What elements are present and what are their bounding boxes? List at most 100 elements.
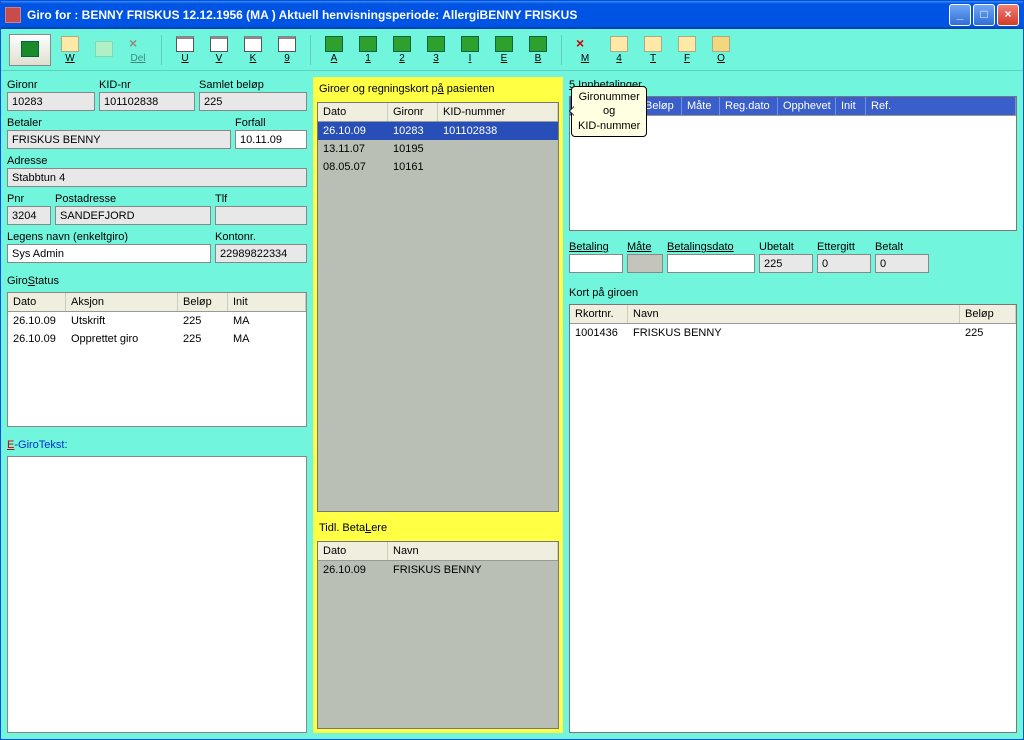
gs-col-aksjon: Aksjon [66,293,178,311]
egiro-label: E-GiroTekst: [7,437,307,452]
adresse-input[interactable] [7,168,307,187]
red-x-icon: × [129,36,147,52]
toolbar-btn-del: ×Del [123,32,153,68]
pnr-input[interactable] [7,206,51,225]
green-icon [427,36,445,52]
toolbar-btn-2[interactable]: 2 [387,32,417,68]
table-row[interactable]: 26.10.09FRISKUS BENNY [318,561,558,579]
toolbar-btn-v[interactable]: V [204,32,234,68]
table-row[interactable]: 26.10.09Opprettet giro225MA [8,330,306,348]
betaler-input[interactable] [7,130,231,149]
toolbar-btn-w[interactable]: W [55,32,85,68]
toolbar-label: F [684,53,690,64]
toolbar-btn-f[interactable]: F [672,32,702,68]
app-icon [5,7,21,23]
toolbar-btn-i[interactable]: I [455,32,485,68]
tidl-list[interactable]: Dato Navn 26.10.09FRISKUS BENNY [317,541,559,729]
gironr-input[interactable] [7,92,95,111]
toolbar-label: 1 [365,53,371,64]
betalt-label: Betalt [875,239,929,254]
green-icon [495,36,513,52]
samlet-label: Samlet beløp [199,77,307,92]
forfall-label: Forfall [235,115,307,130]
toolbar-label: 4 [616,53,622,64]
kort-col-rkort: Rkortnr. [570,305,628,323]
exit-button[interactable] [9,34,51,66]
toolbar-btn-o[interactable]: O [706,32,736,68]
toolbar-btn-3[interactable]: 3 [421,32,451,68]
giroer-col-dato: Dato [318,103,388,121]
toolbar-label: 9 [284,53,290,64]
right-panel: 5 Innbetalinger nit Beløp Måte Reg.dato … [569,77,1017,733]
kontonr-input[interactable] [215,244,307,263]
ubetalt-input[interactable] [759,254,813,273]
ettergitt-label: Ettergitt [817,239,871,254]
pnr-label: Pnr [7,191,51,206]
toolbar-label: A [331,53,338,64]
tidl-col-dato: Dato [318,542,388,560]
toolbar-btn-k[interactable]: K [238,32,268,68]
legen-input[interactable] [7,244,211,263]
table-row[interactable]: 26.10.09Utskrift225MA [8,312,306,330]
giroer-list[interactable]: Dato Gironr KID-nummer 26.10.09102831011… [317,102,559,512]
maximize-button[interactable]: □ [973,4,995,26]
mate-input[interactable] [627,254,663,273]
toolbar-label: K [250,53,257,64]
print-icon [278,36,296,52]
toolbar-btn-x [89,32,119,68]
table-row[interactable]: 08.05.0710161 [318,158,558,176]
tidl-col-navn: Navn [388,542,558,560]
toolbar-label: Del [130,53,145,64]
toolbar-label: W [65,53,74,64]
legen-label: Legens navn (enkeltgiro) [7,229,211,244]
tlf-input[interactable] [215,206,307,225]
toolbar-label: T [650,53,656,64]
doc-icon [610,36,628,52]
doc-icon [644,36,662,52]
toolbar-label: I [469,53,472,64]
ettergitt-input[interactable] [817,254,871,273]
gs-col-belop: Beløp [178,293,228,311]
egiro-textarea[interactable] [7,456,307,733]
toolbar-btn-e[interactable]: E [489,32,519,68]
kort-list[interactable]: Rkortnr. Navn Beløp 1001436FRISKUS BENNY… [569,304,1017,733]
betalt-input[interactable] [875,254,929,273]
minimize-button[interactable]: _ [949,4,971,26]
middle-panel: Giroer og regningskort på pasienten Dato… [313,77,563,733]
toolbar-btn-b[interactable]: B [523,32,553,68]
toolbar-btn-4[interactable]: 4 [604,32,634,68]
red-x-icon: × [576,36,594,52]
toolbar-label: E [501,53,508,64]
app-window: Giro for : BENNY FRISKUS 12.12.1956 (MA … [0,0,1024,740]
kidnr-input[interactable] [99,92,195,111]
giroer-col-kid: KID-nummer [438,103,558,121]
table-row[interactable]: 1001436FRISKUS BENNY225 [570,324,1016,342]
betaling-input[interactable] [569,254,623,273]
forfall-input[interactable] [235,130,307,149]
exit-icon [21,41,39,57]
toolbar-btn-t[interactable]: T [638,32,668,68]
mate-label: Måte [627,239,663,254]
toolbar-btn-m[interactable]: ×M [570,32,600,68]
gironr-label: Gironr [7,77,95,92]
toolbar-btn-1[interactable]: 1 [353,32,383,68]
postadresse-input[interactable] [55,206,211,225]
table-row[interactable]: 13.11.0710195 [318,140,558,158]
toolbar-label: M [581,53,589,64]
tooltip-giro-kid: Gironummer og KID-nummer [571,86,647,137]
girostatus-table[interactable]: Dato Aksjon Beløp Init 26.10.09Utskrift2… [7,292,307,427]
table-row[interactable]: 26.10.0910283101102838 [318,122,558,140]
doc-icon [678,36,696,52]
titlebar: Giro for : BENNY FRISKUS 12.12.1956 (MA … [1,1,1023,29]
betalingsdato-input[interactable] [667,254,755,273]
toolbar-btn-u[interactable]: U [170,32,200,68]
green-icon [325,36,343,52]
close-button[interactable]: × [997,4,1019,26]
toolbar-label: 2 [399,53,405,64]
samlet-input[interactable] [199,92,307,111]
betaling-label: Betaling [569,239,623,254]
toolbar-btn-a[interactable]: A [319,32,349,68]
toolbar-btn-9[interactable]: 9 [272,32,302,68]
pay-col-opphevet: Opphevet [778,97,836,115]
betalingsdato-label: Betalingsdato [667,239,755,254]
